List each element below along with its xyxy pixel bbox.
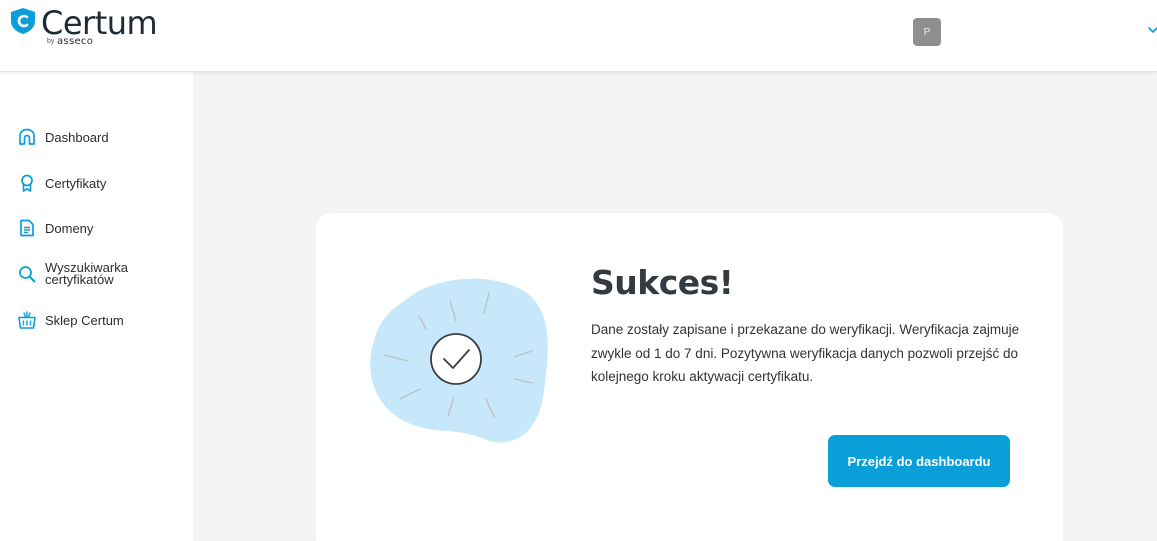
sidebar-item-dashboard[interactable]: Dashboard (18, 128, 109, 146)
success-card: Sukces! Dane zostały zapisane i przekaza… (316, 213, 1063, 541)
shield-logo-icon (11, 8, 35, 34)
brand-parent: asseco (57, 36, 94, 47)
sidebar-item-wyszukiwarka[interactable]: Wyszukiwarka certyfikatów (18, 260, 155, 287)
main-content: Sukces! Dane zostały zapisane i przekaza… (193, 72, 1157, 541)
certum-logo[interactable]: Certum by asseco (11, 4, 171, 58)
page-title: Sukces! (591, 263, 734, 302)
sidebar-item-sklep[interactable]: Sklep Certum (18, 311, 124, 329)
sidebar-item-label: Sklep Certum (45, 312, 124, 328)
sidebar-item-label: Domeny (45, 220, 94, 236)
document-icon (20, 219, 34, 237)
sidebar-item-label: Dashboard (45, 129, 109, 145)
award-icon (21, 174, 33, 192)
go-to-dashboard-button[interactable]: Przejdź do dashboardu (828, 435, 1010, 487)
sidebar-item-label: Certyfikaty (45, 175, 107, 191)
sidebar-item-domeny[interactable]: Domeny (18, 219, 93, 237)
basket-icon (18, 311, 36, 329)
search-icon (19, 266, 36, 283)
success-check-illustration (370, 278, 548, 443)
sidebar-item-label: Wyszukiwarka certyfikatów (45, 260, 128, 287)
home-icon (19, 128, 35, 145)
sidebar-item-certyfikaty[interactable]: Certyfikaty (18, 174, 106, 192)
brand-by: by (47, 38, 55, 45)
chevron-down-icon[interactable] (1148, 25, 1157, 35)
user-avatar[interactable]: P (913, 18, 941, 46)
success-description: Dane zostały zapisane i przekazane do we… (591, 322, 1020, 384)
top-header: Certum by asseco P (0, 0, 1157, 72)
sidebar: Dashboard Certyfikaty Domeny Wyszukiwark… (0, 72, 193, 541)
